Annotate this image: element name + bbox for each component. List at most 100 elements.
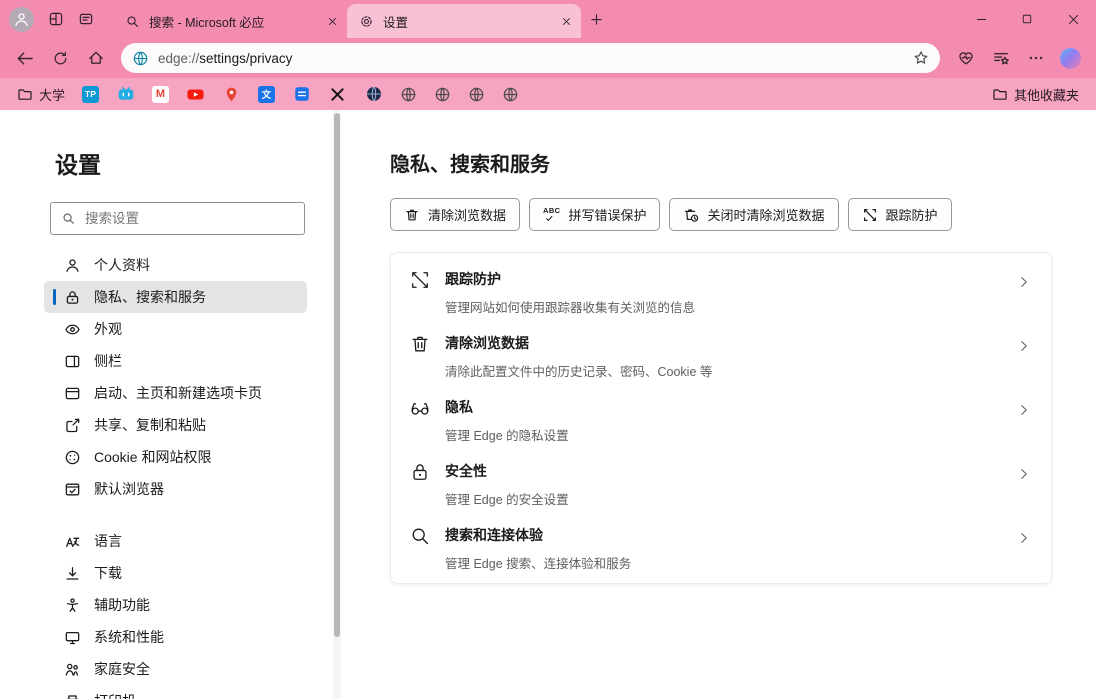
row-search-services[interactable]: 搜索和连接体验 管理 Edge 搜索、连接体验和服务 <box>391 514 1051 578</box>
bookmark-item[interactable] <box>495 83 526 106</box>
settings-search-box[interactable] <box>50 202 305 235</box>
workspaces-button[interactable] <box>41 4 71 34</box>
url-text[interactable]: edge://settings/privacy <box>158 51 899 66</box>
scrollbar[interactable] <box>333 110 341 699</box>
search-icon <box>124 13 141 30</box>
row-title: 安全性 <box>445 461 569 481</box>
bookmark-item[interactable] <box>179 82 212 107</box>
button-label: 关闭时清除浏览数据 <box>707 205 824 224</box>
family-icon <box>64 661 81 678</box>
sidebar-item-family-safety[interactable]: 家庭安全 <box>44 653 307 685</box>
sidebar-item-accessibility[interactable]: 辅助功能 <box>44 589 307 621</box>
bookmark-folder-university[interactable]: 大学 <box>10 82 72 107</box>
sidebar-item-startup[interactable]: 启动、主页和新建选项卡页 <box>44 377 307 409</box>
browser-essentials-button[interactable] <box>949 42 982 75</box>
row-tracking-prevention[interactable]: 跟踪防护 管理网站如何使用跟踪器收集有关浏览的信息 <box>391 258 1051 322</box>
sidebar-item-system-performance[interactable]: 系统和性能 <box>44 621 307 653</box>
bookmark-item[interactable] <box>109 82 142 107</box>
sidebar-item-languages[interactable]: 语言 <box>44 525 307 557</box>
bookmark-item[interactable] <box>321 82 354 107</box>
bookmark-item[interactable] <box>357 82 390 107</box>
bookmark-item[interactable]: TP <box>75 83 106 106</box>
sidebar-item-appearance[interactable]: 外观 <box>44 313 307 345</box>
google-maps-icon <box>222 85 241 104</box>
ellipsis-icon <box>1027 49 1045 67</box>
share-icon <box>64 417 81 434</box>
privacy-settings-panel: 隐私、搜索和服务 清除浏览数据 ABC 拼写错误保护 关闭时清除浏览数据 <box>341 110 1096 699</box>
settings-nav: 个人资料 隐私、搜索和服务 外观 侧栏 启动、主页和新建选项卡页 <box>0 249 341 699</box>
accessibility-icon <box>64 597 81 614</box>
chevron-right-icon <box>1017 403 1031 417</box>
row-description: 管理 Edge 的隐私设置 <box>445 425 569 444</box>
row-title: 清除浏览数据 <box>445 333 712 353</box>
close-icon <box>1067 13 1080 26</box>
button-label: 拼写错误保护 <box>568 205 646 224</box>
x-icon <box>328 85 347 104</box>
window-controls <box>958 0 1096 38</box>
clear-data-on-close-button[interactable]: 关闭时清除浏览数据 <box>669 198 838 231</box>
printer-icon <box>64 693 81 699</box>
sidebar-item-cookies-permissions[interactable]: Cookie 和网站权限 <box>44 441 307 473</box>
close-icon[interactable] <box>323 12 341 30</box>
row-description: 管理 Edge 搜索、连接体验和服务 <box>445 553 631 572</box>
close-window-button[interactable] <box>1050 0 1096 38</box>
address-bar[interactable]: edge://settings/privacy <box>121 43 940 73</box>
bookmark-item[interactable]: M <box>145 83 176 106</box>
titlebar: 搜索 - Microsoft 必应 设置 <box>0 0 1096 38</box>
search-icon <box>61 211 76 226</box>
tracking-prevention-button[interactable]: 跟踪防护 <box>848 198 952 231</box>
tab-actions-icon <box>78 11 94 27</box>
sidebar-item-printers[interactable]: 打印机 <box>44 685 307 699</box>
row-clear-browsing-data[interactable]: 清除浏览数据 清除此配置文件中的历史记录、密码、Cookie 等 <box>391 322 1051 386</box>
bookmark-item[interactable] <box>215 82 248 107</box>
row-security[interactable]: 安全性 管理 Edge 的安全设置 <box>391 450 1051 514</box>
new-tab-button[interactable] <box>581 4 611 34</box>
sidebar-item-label: 系统和性能 <box>94 627 164 647</box>
button-label: 清除浏览数据 <box>428 205 506 224</box>
scrollbar-thumb[interactable] <box>334 113 340 637</box>
sidebar-item-default-browser[interactable]: 默认浏览器 <box>44 473 307 505</box>
profile-avatar[interactable] <box>9 7 34 32</box>
sidebar-item-downloads[interactable]: 下载 <box>44 557 307 589</box>
back-button[interactable] <box>9 42 42 75</box>
bookmark-item[interactable] <box>285 82 318 107</box>
other-favorites-label: 其他收藏夹 <box>1014 85 1079 104</box>
sidebar-item-label: 辅助功能 <box>94 595 150 615</box>
tab-search-bing[interactable]: 搜索 - Microsoft 必应 <box>113 4 347 38</box>
clear-browsing-data-button[interactable]: 清除浏览数据 <box>390 198 520 231</box>
maximize-button[interactable] <box>1004 0 1050 38</box>
other-favorites-folder[interactable]: 其他收藏夹 <box>985 82 1086 107</box>
person-icon <box>13 11 30 28</box>
tab-actions-button[interactable] <box>71 4 101 34</box>
site-info-icon[interactable] <box>132 50 149 67</box>
favorites-hub-button[interactable] <box>984 42 1017 75</box>
globe-icon <box>400 86 417 103</box>
search-input[interactable] <box>85 211 294 226</box>
home-button[interactable] <box>79 42 112 75</box>
sidebar-item-privacy[interactable]: 隐私、搜索和服务 <box>44 281 307 313</box>
minimize-button[interactable] <box>958 0 1004 38</box>
tab-settings[interactable]: 设置 <box>347 4 581 38</box>
sidebar-item-share-copy-paste[interactable]: 共享、复制和粘贴 <box>44 409 307 441</box>
bookmark-item[interactable]: 文 <box>251 83 282 106</box>
back-icon <box>16 49 35 68</box>
favorite-star-button[interactable] <box>908 45 934 71</box>
tab-title: 搜索 - Microsoft 必应 <box>149 12 315 31</box>
spellcheck-protection-button[interactable]: ABC 拼写错误保护 <box>529 198 660 231</box>
bookmarks-bar: 大学 TP M 文 <box>0 78 1096 110</box>
trash-icon <box>404 207 420 223</box>
sidebar-item-sidebar[interactable]: 侧栏 <box>44 345 307 377</box>
search-icon <box>409 525 431 547</box>
copilot-button[interactable] <box>1054 42 1087 75</box>
favorites-list-icon <box>992 49 1010 67</box>
bookmark-item[interactable] <box>427 83 458 106</box>
sidebar-layout-icon <box>64 353 81 370</box>
close-icon[interactable] <box>557 12 575 30</box>
row-privacy[interactable]: 隐私 管理 Edge 的隐私设置 <box>391 386 1051 450</box>
bookmark-item[interactable] <box>393 83 424 106</box>
minimize-icon <box>975 13 988 26</box>
bookmark-item[interactable] <box>461 83 492 106</box>
refresh-button[interactable] <box>44 42 77 75</box>
settings-more-button[interactable] <box>1019 42 1052 75</box>
sidebar-item-profile[interactable]: 个人资料 <box>44 249 307 281</box>
